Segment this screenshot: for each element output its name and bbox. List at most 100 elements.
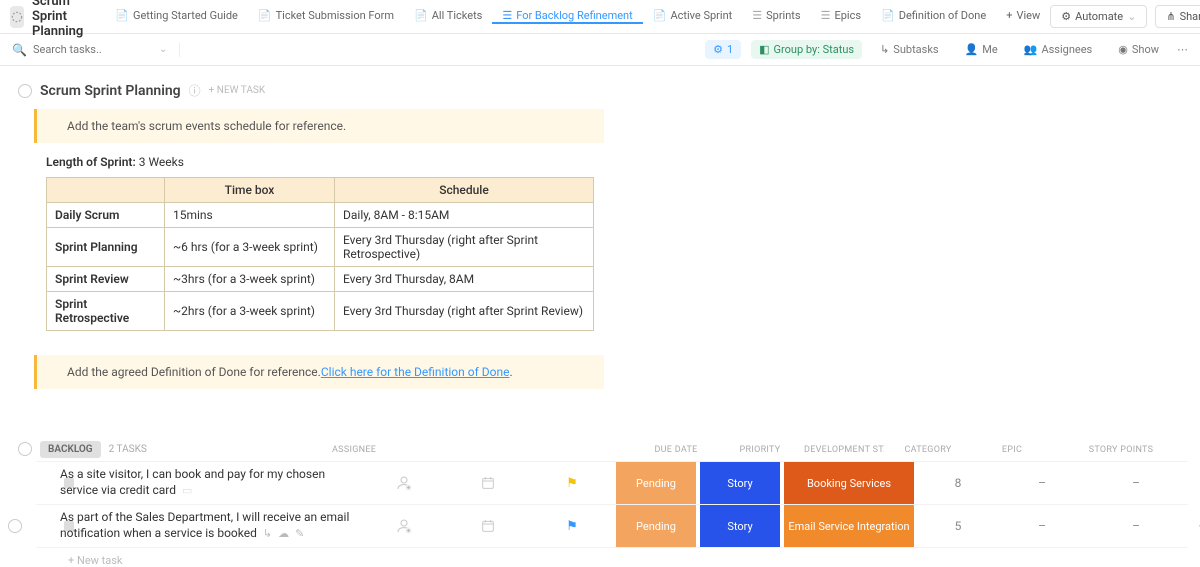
col-epic: EPIC <box>972 445 1052 455</box>
tab-backlog-refinement[interactable]: ☰For Backlog Refinement <box>492 9 642 24</box>
sprint-cell[interactable]: – <box>1002 476 1082 490</box>
info-icon[interactable]: ⓘ <box>189 82 201 99</box>
dev-status-tag[interactable]: Pending <box>616 462 696 504</box>
length-of-sprint: Length of Sprint: 3 Weeks <box>46 155 1188 169</box>
tab-ticket-submission[interactable]: 📄Ticket Submission Form <box>248 9 404 24</box>
table-row: Daily Scrum 15mins Daily, 8AM - 8:15AM <box>47 203 594 228</box>
table-row: Sprint Retrospective ~2hrs (for a 3-week… <box>47 292 594 331</box>
section-toggle-icon[interactable] <box>18 84 32 98</box>
share-button[interactable]: ⋔Share <box>1155 5 1200 28</box>
schedule-table: Time box Schedule Daily Scrum 15mins Dai… <box>46 177 594 331</box>
col-schedule: Schedule <box>335 178 594 203</box>
form-icon: 📄 <box>258 9 272 22</box>
event-name: Daily Scrum <box>47 203 165 228</box>
chevron-down-icon[interactable]: ⌄ <box>159 44 167 55</box>
row-more-icon[interactable]: ⋯ <box>1190 518 1200 534</box>
doc-icon: 📄 <box>881 9 895 22</box>
group-chip[interactable]: BACKLOG <box>40 441 101 458</box>
task-name[interactable]: As part of the Sales Department, I will … <box>60 506 360 545</box>
eye-icon: ◉ <box>1118 43 1128 56</box>
event-schedule: Every 3rd Thursday, 8AM <box>335 267 594 292</box>
col-duedate: DUE DATE <box>636 445 716 455</box>
callout-dod: Add the agreed Definition of Done for re… <box>34 355 604 389</box>
new-task-bottom[interactable]: + New task <box>68 548 1188 567</box>
group-count: 2 TASKS <box>109 444 147 455</box>
tag-icon[interactable]: ☁ <box>278 527 289 541</box>
tab-active-sprint[interactable]: 📄Active Sprint <box>643 9 743 24</box>
assignee-cell[interactable] <box>364 517 444 535</box>
doc-icon: ▭ <box>182 484 192 498</box>
tabs-bar: 📄Getting Started Guide 📄Ticket Submissio… <box>105 9 1050 24</box>
col-assignee: ASSIGNEE <box>332 445 632 455</box>
top-left: Scrum Sprint Planning 📄Getting Started G… <box>10 0 1050 39</box>
duedate-cell[interactable] <box>448 475 528 491</box>
content: Scrum Sprint Planning ⓘ + NEW TASK Add t… <box>0 66 1200 567</box>
duedate-cell[interactable] <box>448 518 528 534</box>
assignees-button[interactable]: 👥Assignees <box>1016 40 1101 59</box>
table-row: Sprint Review ~3hrs (for a 3-week sprint… <box>47 267 594 292</box>
list-area: BACKLOG 2 TASKS ASSIGNEE DUE DATE PRIORI… <box>12 437 1188 567</box>
page-title: Scrum Sprint Planning <box>32 0 91 39</box>
share-icon: ⋔ <box>1166 10 1175 23</box>
sprint-goal-cell[interactable]: – <box>1086 519 1186 533</box>
subtasks-button[interactable]: ↳Subtasks <box>872 40 947 59</box>
priority-flag-icon[interactable]: ⚑ <box>532 476 612 491</box>
automate-button[interactable]: ⚙Automate⌄ <box>1050 5 1147 28</box>
task-row[interactable]: As a site visitor, I can book and pay fo… <box>36 461 1188 504</box>
subtask-icon[interactable]: ↳ <box>263 527 272 541</box>
plus-icon: + <box>1006 9 1012 22</box>
category-tag[interactable]: Story <box>700 462 780 504</box>
sprint-goal-cell[interactable]: – <box>1086 476 1186 490</box>
sprint-cell[interactable]: – <box>1002 519 1082 533</box>
search-box[interactable]: 🔍 ⌄ <box>12 43 180 57</box>
me-button[interactable]: 👤Me <box>957 40 1006 59</box>
col-category: CATEGORY <box>888 445 968 455</box>
story-points[interactable]: 8 <box>918 476 998 490</box>
tab-getting-started[interactable]: 📄Getting Started Guide <box>105 9 248 24</box>
edit-icon[interactable]: ✎ <box>295 527 304 541</box>
group-by-chip[interactable]: ◧Group by: Status <box>751 40 862 59</box>
event-schedule: Daily, 8AM - 8:15AM <box>335 203 594 228</box>
search-input[interactable] <box>33 43 123 56</box>
col-points: STORY POINTS <box>1056 445 1186 455</box>
app-icon[interactable] <box>10 6 24 28</box>
column-headers: ASSIGNEE DUE DATE PRIORITY DEVELOPMENT S… <box>332 439 1200 461</box>
task-row[interactable]: As part of the Sales Department, I will … <box>36 504 1188 548</box>
people-icon: 👥 <box>1024 43 1038 56</box>
dev-status-tag[interactable]: Pending <box>616 505 696 547</box>
event-schedule: Every 3rd Thursday (right after Sprint R… <box>335 228 594 267</box>
tab-epics[interactable]: ☰Epics <box>811 9 871 24</box>
task-name[interactable]: As a site visitor, I can book and pay fo… <box>60 463 360 502</box>
story-points[interactable]: 5 <box>918 519 998 533</box>
col-priority: PRIORITY <box>720 445 800 455</box>
list-icon: ☰ <box>502 9 512 22</box>
more-icon[interactable]: ⋯ <box>1177 43 1188 56</box>
top-right: ⚙Automate⌄ ⋔Share <box>1050 5 1200 28</box>
filter-chip[interactable]: ⚙1 <box>705 40 741 59</box>
toolbar-right: ⚙1 ◧Group by: Status ↳Subtasks 👤Me 👥Assi… <box>705 40 1188 59</box>
epic-tag[interactable]: Booking Services <box>784 462 914 504</box>
assignee-cell[interactable] <box>364 474 444 492</box>
section-head: Scrum Sprint Planning ⓘ + NEW TASK <box>18 82 1188 99</box>
subtasks-icon: ↳ <box>880 43 889 56</box>
chevron-down-icon: ⌄ <box>1127 10 1136 23</box>
tab-definition-of-done[interactable]: 📄Definition of Done <box>871 9 996 24</box>
filter-icon: ⚙ <box>713 43 723 56</box>
tab-all-tickets[interactable]: 📄All Tickets <box>404 9 492 24</box>
group-row: BACKLOG 2 TASKS <box>12 437 332 461</box>
list-icon: ☰ <box>821 9 831 22</box>
automate-icon: ⚙ <box>1061 10 1071 23</box>
doc-icon: 📄 <box>115 9 129 22</box>
add-view-button[interactable]: +View <box>996 9 1050 24</box>
epic-tag[interactable]: Email Service Integration <box>784 505 914 547</box>
col-timebox: Time box <box>165 178 335 203</box>
show-button[interactable]: ◉Show <box>1110 40 1167 59</box>
group-toggle-icon[interactable] <box>18 442 32 456</box>
tab-sprints[interactable]: ☰Sprints <box>742 9 810 24</box>
new-task-button[interactable]: + NEW TASK <box>209 85 265 96</box>
priority-flag-icon[interactable]: ⚑ <box>532 519 612 534</box>
blank-header <box>47 178 165 203</box>
group-icon: ◧ <box>759 43 769 56</box>
dod-link[interactable]: Click here for the Definition of Done <box>321 365 510 379</box>
category-tag[interactable]: Story <box>700 505 780 547</box>
